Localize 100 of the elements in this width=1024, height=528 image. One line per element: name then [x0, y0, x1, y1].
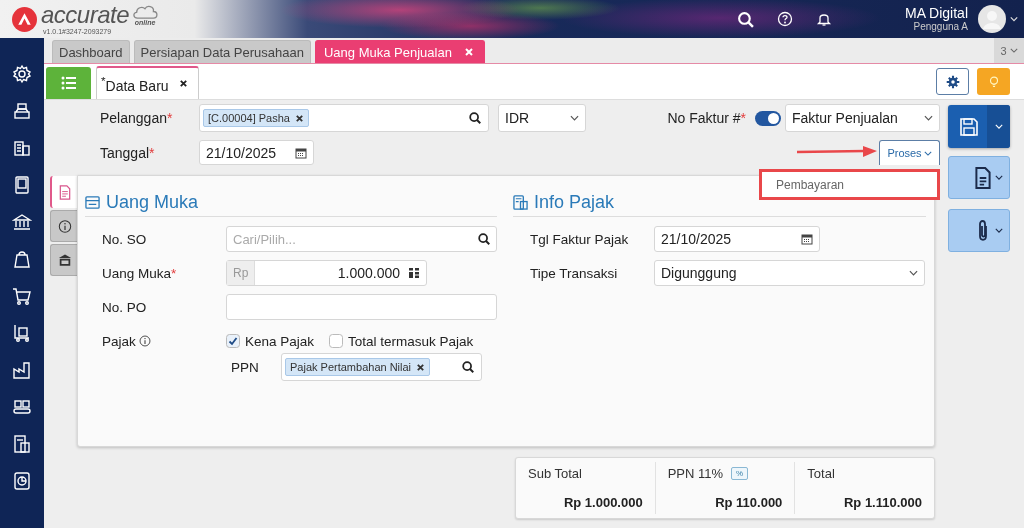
bank-icon[interactable]	[12, 212, 32, 232]
invoice-type-select[interactable]: Faktur Penjualan	[785, 104, 940, 132]
transaction-type-select[interactable]: Digunggung	[654, 260, 925, 286]
field-label: Tanggal*	[100, 144, 156, 161]
trolley-icon[interactable]	[12, 323, 32, 343]
field-label: No. PO	[102, 299, 148, 315]
field-label: Uang Muka*	[102, 265, 178, 281]
checkbox[interactable]	[226, 334, 240, 348]
field-label: Pajak	[102, 333, 136, 349]
bank-tab[interactable]	[50, 244, 78, 276]
currency-select[interactable]: IDR	[498, 104, 586, 132]
percent-badge[interactable]: %	[731, 467, 749, 480]
checkbox[interactable]	[329, 334, 344, 348]
calculator-icon[interactable]	[408, 267, 420, 279]
chevron-icon	[923, 150, 932, 156]
calendar-icon[interactable]	[295, 146, 307, 159]
process-button[interactable]: Proses	[879, 140, 940, 165]
close-icon[interactable]	[416, 362, 426, 372]
list-button[interactable]	[46, 67, 91, 99]
building-icon[interactable]	[12, 138, 32, 158]
close-icon[interactable]	[178, 79, 188, 88]
document-tab[interactable]	[50, 176, 78, 208]
bag-icon[interactable]	[12, 249, 32, 269]
calendar-icon[interactable]	[801, 233, 813, 245]
book-icon[interactable]	[12, 175, 32, 195]
chevron-icon	[909, 270, 918, 276]
register-icon[interactable]	[12, 101, 32, 121]
section-title: Info Pajak	[534, 191, 615, 213]
bank-icon	[57, 252, 72, 268]
search-icon[interactable]	[477, 232, 491, 246]
tax-tag: Pajak Pertambahan Nilai	[285, 358, 431, 376]
save-icon	[959, 116, 979, 137]
document-icon	[974, 166, 992, 189]
customer-tag: [C.00004] Pasha	[203, 109, 309, 127]
tax-field[interactable]: Pajak Pertambahan Nilai	[281, 353, 482, 381]
user-role: Pengguna A	[913, 20, 968, 33]
receipt-icon	[513, 194, 528, 210]
document-button[interactable]	[948, 156, 1010, 199]
tab[interactable]: Dashboard	[52, 40, 130, 63]
field-label: PPN	[231, 359, 260, 375]
summary-value: Rp 110.000	[715, 495, 783, 510]
info-icon	[57, 218, 72, 234]
help-icon[interactable]	[776, 11, 793, 27]
avatar-icon[interactable]	[978, 5, 1006, 33]
checkbox-label: Kena Pajak	[245, 333, 315, 349]
menu-item[interactable]: Pembayaran	[759, 169, 940, 200]
chevron-icon	[1009, 48, 1018, 53]
field-label: Tipe Transaksi	[530, 265, 619, 281]
settings-button[interactable]	[936, 68, 969, 95]
list-icon	[60, 76, 77, 90]
tab[interactable]: Persiapan Data Perusahaan	[133, 40, 311, 63]
chevron-icon	[994, 124, 1003, 129]
chevron-icon	[570, 115, 579, 121]
purchase-order-field[interactable]	[226, 294, 497, 320]
logo-icon	[12, 6, 37, 32]
field-label: No. SO	[102, 231, 148, 247]
field-label: Pelanggan*	[100, 110, 174, 126]
cloud-icon	[131, 3, 160, 19]
currency-prefix: Rp	[227, 261, 256, 285]
tab[interactable]: Uang Muka Penjualan	[314, 40, 485, 63]
section-title: Uang Muka	[106, 191, 199, 213]
document-icon	[58, 184, 72, 200]
logo-text: accurate	[41, 2, 130, 27]
attachment-button[interactable]	[948, 209, 1010, 252]
search-icon[interactable]	[461, 360, 475, 374]
document-tab[interactable]: $^{*}$Data Baru	[96, 66, 199, 99]
cart-icon[interactable]	[12, 286, 32, 306]
chevron-icon	[924, 115, 933, 121]
search-icon[interactable]	[736, 10, 754, 28]
save-button[interactable]	[948, 105, 1010, 148]
date-field[interactable]: 21/10/2025	[199, 140, 314, 165]
field-label: Tgl Faktur Pajak	[530, 231, 630, 247]
search-icon[interactable]	[468, 111, 482, 125]
gear-icon[interactable]	[12, 64, 32, 84]
tax-date-field[interactable]: 21/10/2025	[654, 226, 820, 252]
settings-icon	[945, 74, 960, 89]
calculator-icon[interactable]	[12, 434, 32, 454]
amount-field[interactable]: Rp 1.000.000	[226, 260, 427, 286]
user-name: MA Digital	[904, 5, 968, 21]
tab-count-button[interactable]: 3	[994, 38, 1024, 63]
summary-value: Rp 1.000.000	[563, 495, 643, 510]
bell-icon[interactable]	[815, 11, 832, 27]
amount-value: 1.000.000	[336, 265, 401, 281]
info-icon[interactable]	[138, 335, 151, 347]
summary-label: PPN 11%	[667, 466, 724, 481]
card-icon	[85, 194, 100, 210]
chevron-icon	[995, 175, 1003, 180]
sales-order-field[interactable]: Cari/Pilih...	[226, 226, 497, 252]
summary-label: Sub Total	[528, 466, 582, 481]
chart-icon[interactable]	[12, 471, 32, 491]
info-tab[interactable]	[50, 210, 78, 242]
customer-field[interactable]: [C.00004] Pasha	[199, 104, 489, 132]
summary-value: Rp 1.110.000	[843, 495, 922, 510]
close-icon[interactable]	[294, 113, 304, 123]
auto-number-toggle[interactable]	[755, 110, 781, 126]
checkbox-label: Total termasuk Pajak	[348, 333, 474, 349]
factory-icon[interactable]	[12, 360, 32, 380]
chevron-icon[interactable]	[1010, 16, 1018, 22]
summary-label: Total	[807, 466, 835, 481]
conveyor-icon[interactable]	[12, 397, 32, 417]
